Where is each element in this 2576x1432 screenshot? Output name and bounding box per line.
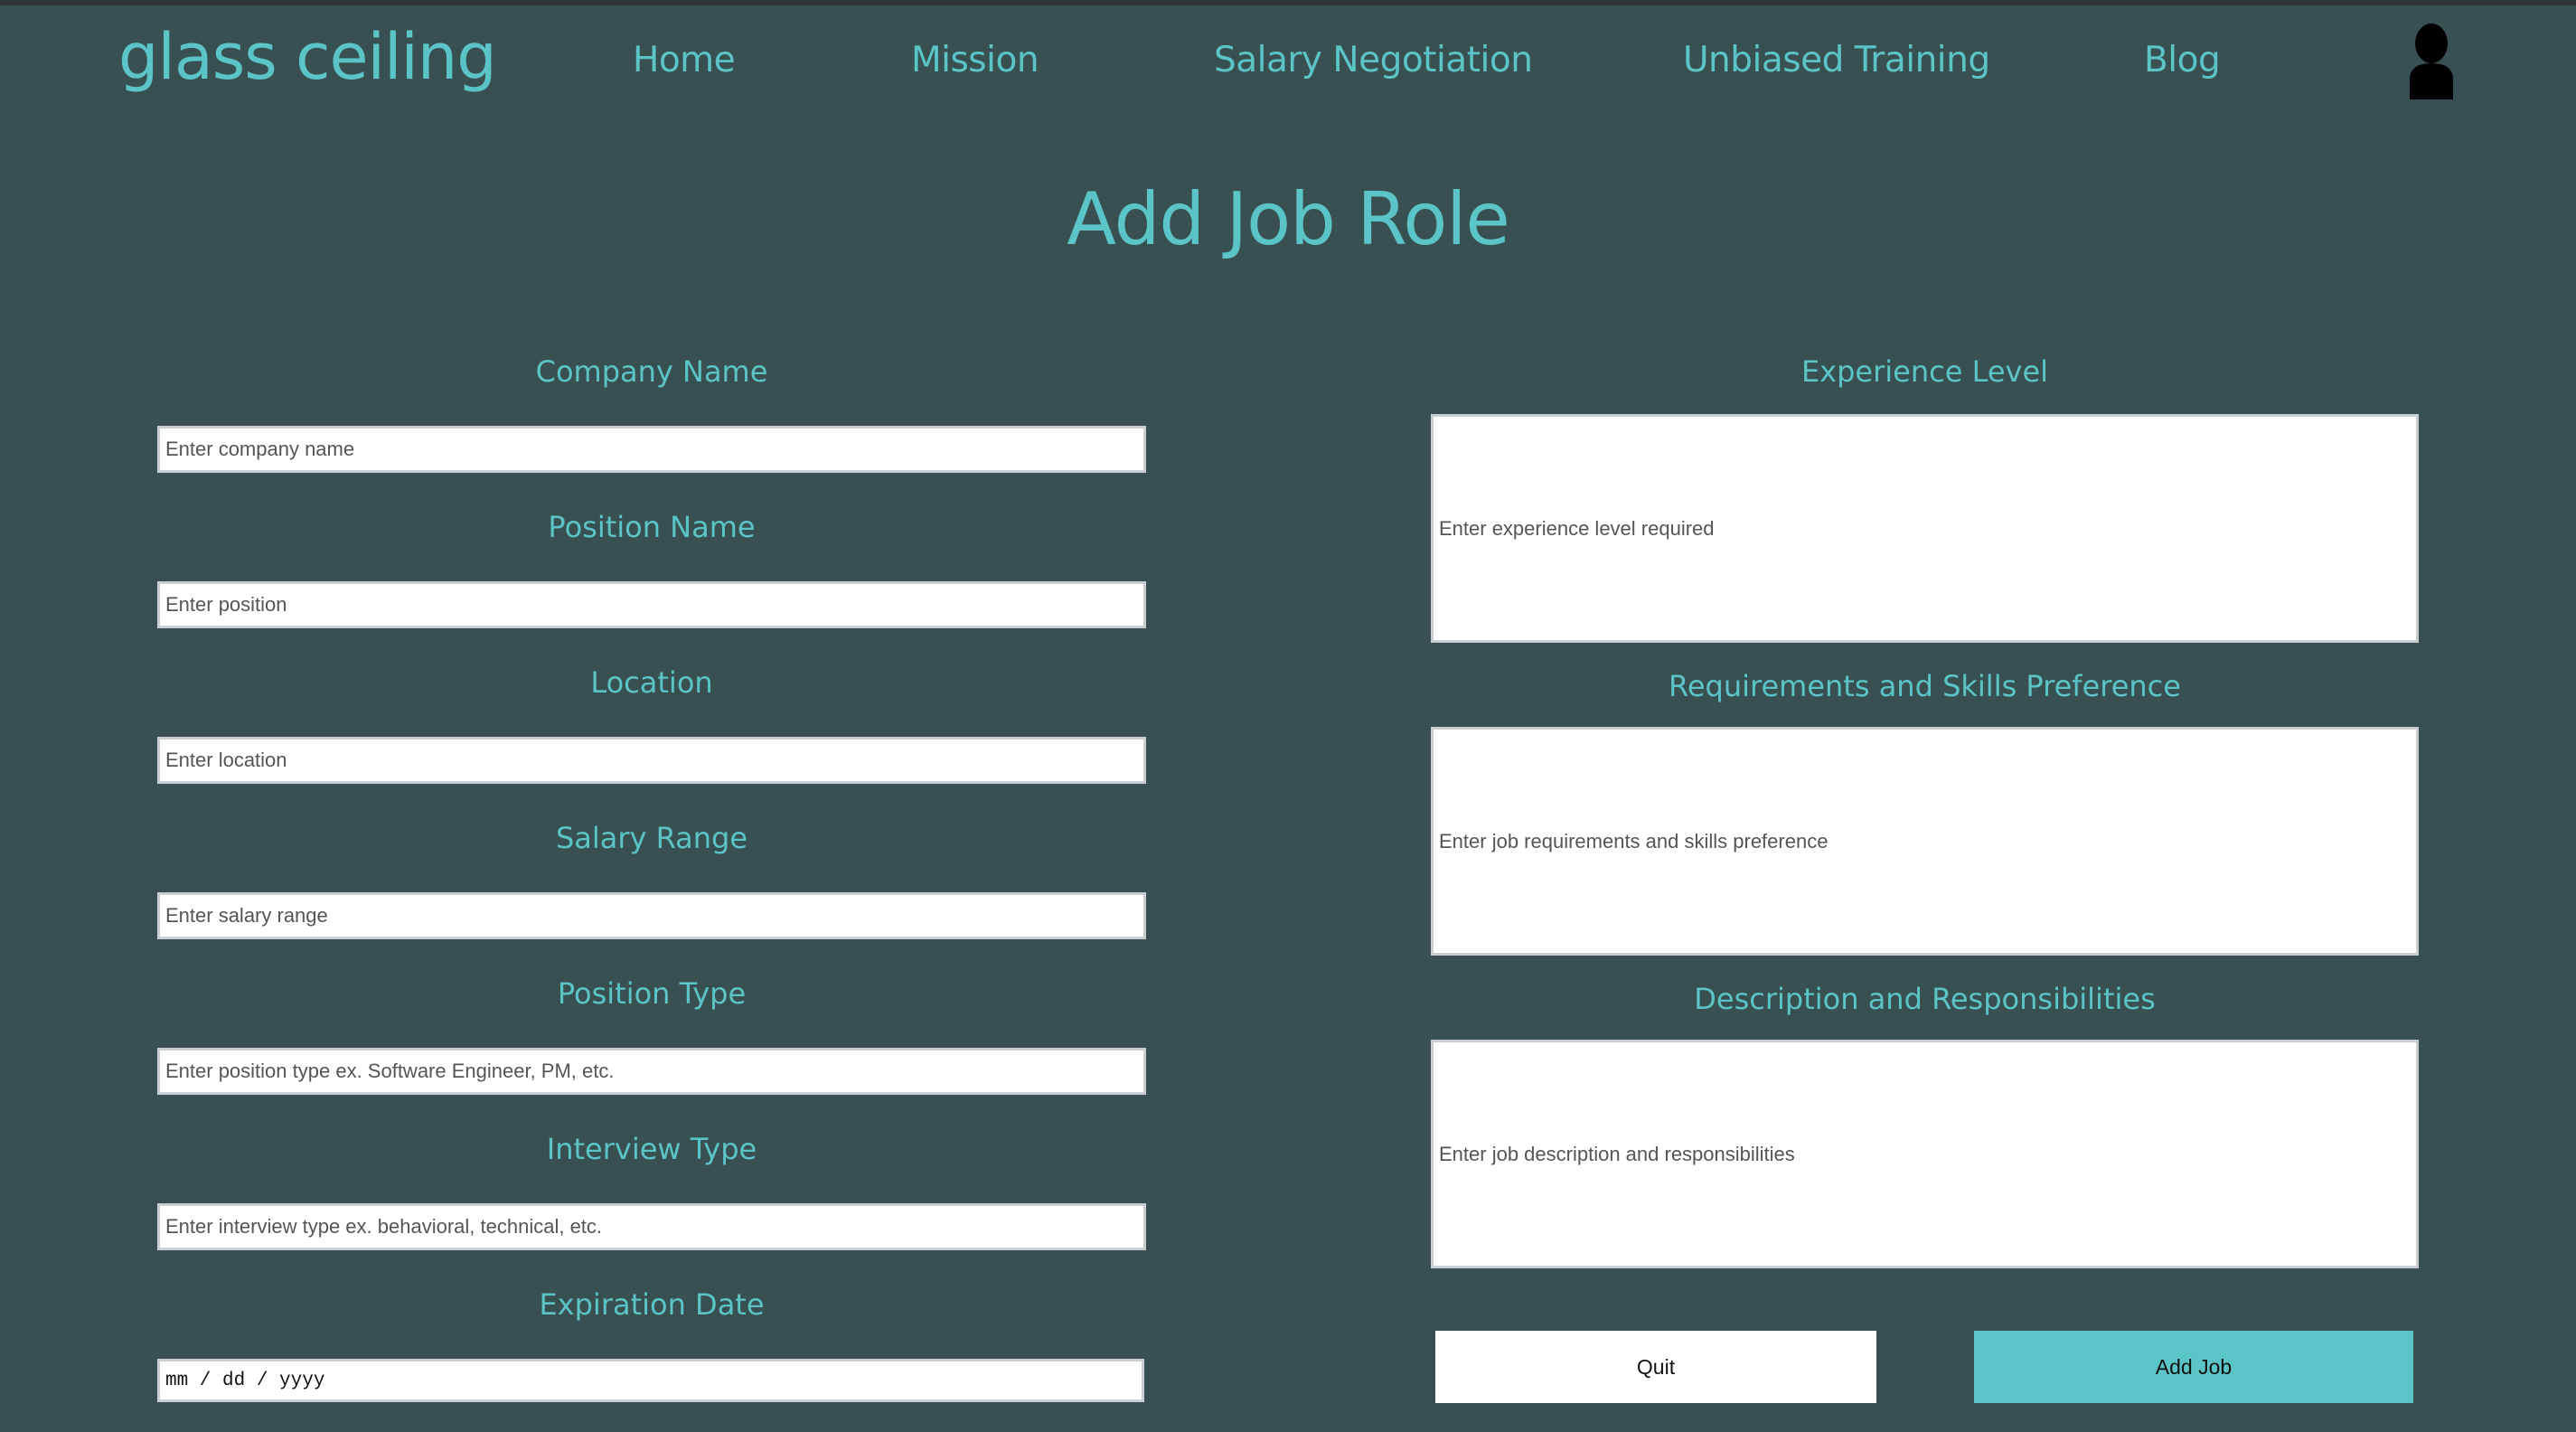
description-placeholder: Enter job description and responsibiliti…: [1439, 1142, 1795, 1165]
salary-range-input[interactable]: [157, 892, 1146, 939]
window-top-strip: [0, 0, 2576, 5]
position-name-label: Position Name: [548, 510, 756, 544]
nav-mission[interactable]: Mission: [911, 40, 1039, 80]
requirements-placeholder: Enter job requirements and skills prefer…: [1439, 829, 1829, 853]
page-title: Add Job Role: [1067, 177, 1509, 261]
position-type-label: Position Type: [557, 976, 747, 1011]
expiration-date-label: Expiration Date: [539, 1287, 765, 1322]
interview-type-label: Interview Type: [546, 1132, 757, 1166]
expiration-date-input[interactable]: mm / dd / yyyy: [157, 1359, 1144, 1402]
experience-level-placeholder: Enter experience level required: [1439, 516, 1715, 540]
date-placeholder: mm / dd / yyyy: [165, 1370, 325, 1391]
experience-level-textarea[interactable]: Enter experience level required: [1431, 414, 2419, 643]
location-input[interactable]: [157, 737, 1146, 784]
company-name-label: Company Name: [535, 354, 768, 389]
quit-button[interactable]: Quit: [1435, 1331, 1876, 1403]
nav-home[interactable]: Home: [633, 40, 736, 80]
salary-range-label: Salary Range: [555, 821, 748, 855]
add-job-button[interactable]: Add Job: [1974, 1331, 2413, 1403]
nav-blog[interactable]: Blog: [2144, 40, 2221, 80]
experience-level-label: Experience Level: [1800, 354, 2049, 389]
description-label: Description and Responsibilities: [1694, 982, 2156, 1016]
interview-type-input[interactable]: [157, 1203, 1146, 1250]
user-silhouette-icon[interactable]: [2404, 24, 2458, 99]
nav-salary-negotiation[interactable]: Salary Negotiation: [1214, 40, 1533, 80]
site-logo[interactable]: glass ceiling: [118, 20, 497, 94]
company-name-input[interactable]: [157, 426, 1146, 473]
requirements-label: Requirements and Skills Preference: [1669, 669, 2181, 703]
requirements-textarea[interactable]: Enter job requirements and skills prefer…: [1431, 727, 2419, 956]
location-label: Location: [590, 665, 713, 700]
nav-unbiased-training[interactable]: Unbiased Training: [1683, 40, 1990, 80]
position-type-input[interactable]: [157, 1048, 1146, 1095]
description-textarea[interactable]: Enter job description and responsibiliti…: [1431, 1040, 2419, 1268]
position-name-input[interactable]: [157, 581, 1146, 628]
